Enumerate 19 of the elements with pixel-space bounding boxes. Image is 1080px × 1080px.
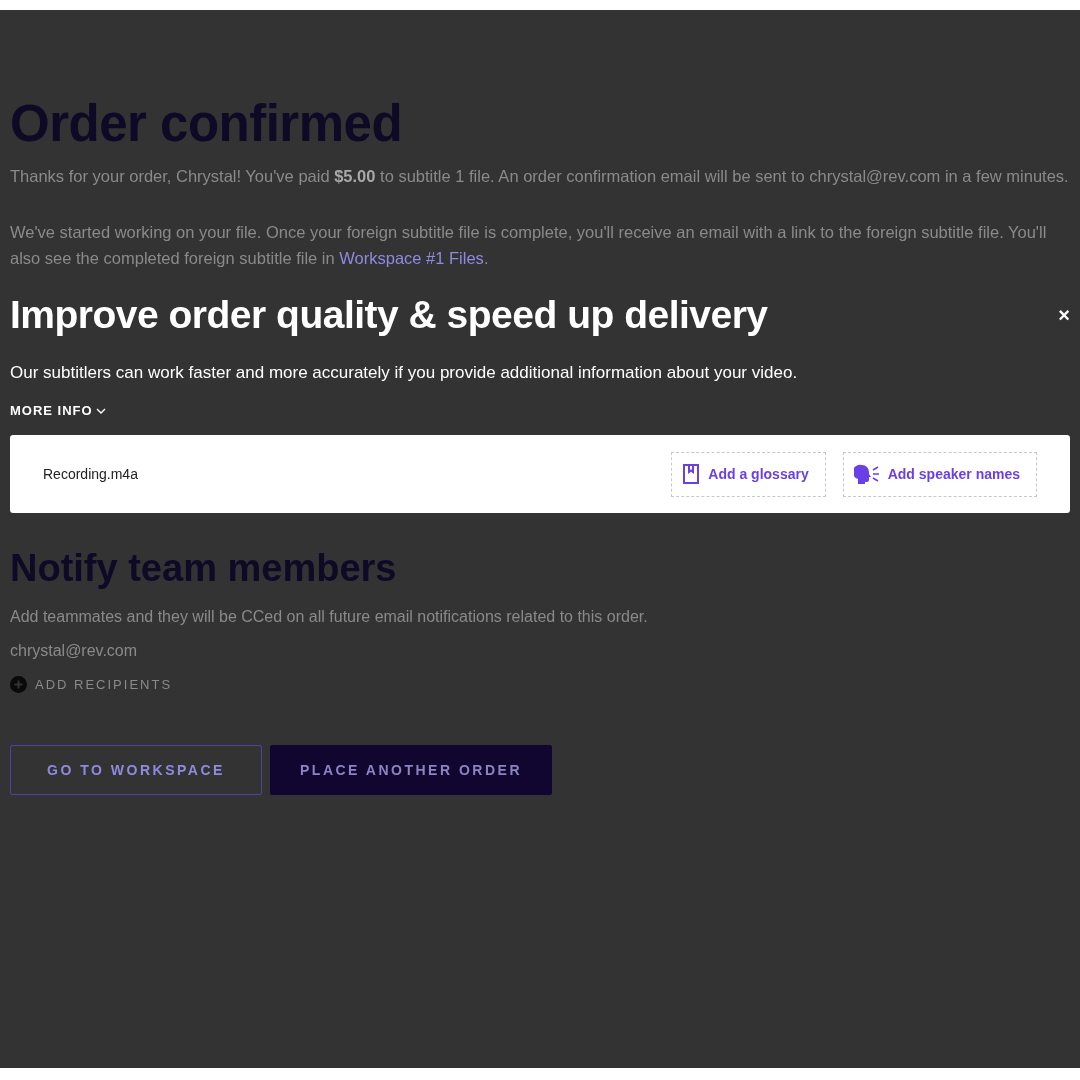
more-info-toggle[interactable]: MORE INFO (10, 403, 106, 418)
modal-description: Our subtitlers can work faster and more accurately if you provide additional information about your video. (10, 363, 799, 383)
section-description: Add teammates and they will be CCed on all future email notifications related to this order. (10, 608, 649, 626)
speaking-head-icon (853, 464, 880, 484)
chevron-icon (95, 406, 106, 415)
plus-circle-icon (10, 676, 27, 693)
add-glossary-button[interactable]: Add a glossary (671, 451, 826, 497)
add-recipients-button[interactable]: ADD RECIPIENTS (10, 676, 173, 693)
book-icon (682, 464, 701, 484)
modal-title: Improve order quality & speed up delivery (10, 293, 768, 337)
add-speakers-button[interactable]: Add speaker names (842, 451, 1037, 497)
file-name: Recording.m4a (43, 466, 139, 482)
files-note-text: We've started working on your file. Once your foreign subtitle file is complete, you'll receive an email with a link to the foreign subtitle file. You'll also see the completed foreign subtitle file in Workspace #1 Files. (10, 222, 1048, 269)
workspace-link[interactable]: Workspace #1 Files (339, 249, 484, 267)
close-button[interactable]: × (1058, 303, 1070, 327)
place-order-button[interactable]: PLACE ANOTHER ORDER (270, 745, 552, 795)
workspace-button[interactable]: GO TO WORKSPACE (10, 745, 262, 795)
recipient-email: chrystal@rev.com (10, 642, 139, 660)
confirmation-text: Thanks for your order, Chrystal! You've paid $5.00 to subtitle 1 file. An order confirmation email will be sent to chrystal@rev.com in a few minutes. (10, 166, 1070, 187)
